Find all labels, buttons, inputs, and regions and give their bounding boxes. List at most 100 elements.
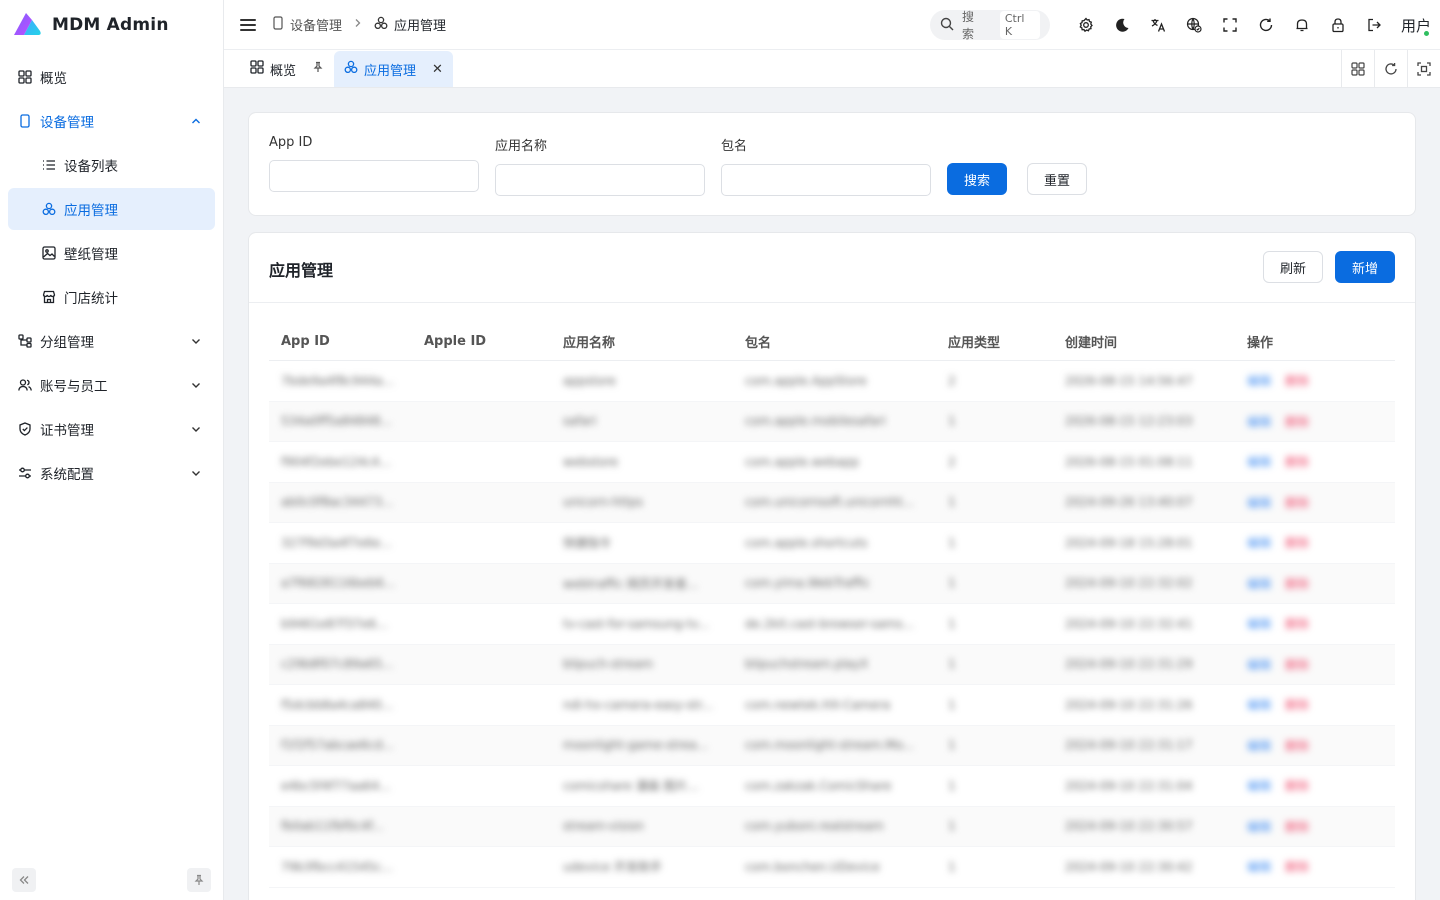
reload-tab-icon[interactable] xyxy=(1374,50,1407,88)
table-row[interactable]: 7bde9a4f8c944a... appstore com.apple.AppSt… xyxy=(269,361,1395,402)
delete-link[interactable]: 删除 xyxy=(1285,494,1309,511)
user-avatar[interactable]: 用户 xyxy=(1392,7,1440,43)
column-header[interactable]: 应用类型 xyxy=(936,332,1053,351)
delete-link[interactable]: 删除 xyxy=(1285,534,1309,551)
delete-link[interactable]: 删除 xyxy=(1285,737,1309,754)
edit-link[interactable]: 编辑 xyxy=(1247,777,1271,794)
edit-link[interactable]: 编辑 xyxy=(1247,494,1271,511)
sidebar-item-device-management[interactable]: 设备管理 xyxy=(8,100,215,142)
table-row[interactable]: 327f9d3a4f7e6e... 快捷指令 com.apple.shortcuts… xyxy=(269,523,1395,564)
settings-gear-icon[interactable] xyxy=(1068,7,1104,43)
sidebar-item-overview[interactable]: 概览 xyxy=(8,56,215,98)
edit-link[interactable]: 编辑 xyxy=(1247,858,1271,875)
column-header[interactable]: 包名 xyxy=(733,332,936,351)
table-cell-created: 2024-09-10 22:31:26 xyxy=(1065,697,1193,712)
tab-app-management[interactable]: 应用管理 ✕ xyxy=(334,51,453,87)
app-table: App ID Apple ID 应用名称 包名 应用类型 创建时间 操作 7bd… xyxy=(269,323,1395,888)
language-globe-icon[interactable] xyxy=(1176,7,1212,43)
table-cell-type: 1 xyxy=(948,495,956,510)
sidebar-item-store-stats[interactable]: 门店统计 xyxy=(8,276,215,318)
sidebar-item-group-management[interactable]: 分组管理 xyxy=(8,320,215,362)
table-row[interactable]: f5dcbb8a4ca840... ndi-hx-camera-easy-str.… xyxy=(269,685,1395,726)
brand[interactable]: MDM Admin xyxy=(0,0,223,50)
column-header[interactable]: 应用名称 xyxy=(551,332,733,351)
app-name-input[interactable] xyxy=(495,164,705,196)
table-cell-created: 2024-09-10 22:32:02 xyxy=(1065,576,1193,591)
dark-mode-moon-icon[interactable] xyxy=(1104,7,1140,43)
delete-link[interactable]: 删除 xyxy=(1285,453,1309,470)
menu-toggle-icon[interactable] xyxy=(240,17,256,33)
app-id-input[interactable] xyxy=(269,160,479,192)
edit-link[interactable]: 编辑 xyxy=(1247,656,1271,673)
translate-icon[interactable] xyxy=(1140,7,1176,43)
breadcrumb-item[interactable]: 设备管理 xyxy=(290,15,342,34)
table-row[interactable]: f904f2ebe124c4... webstore com.apple.webap… xyxy=(269,442,1395,483)
edit-link[interactable]: 编辑 xyxy=(1247,413,1271,430)
table-row[interactable]: c29b8f07c89a65... blipuch-stream blipuchst… xyxy=(269,644,1395,685)
edit-link[interactable]: 编辑 xyxy=(1247,696,1271,713)
package-input[interactable] xyxy=(721,164,931,196)
table-row[interactable]: b9461e87f37e6... tv-cast-for-samsung-tv..… xyxy=(269,604,1395,645)
edit-link[interactable]: 编辑 xyxy=(1247,534,1271,551)
sidebar-item-certificates[interactable]: 证书管理 xyxy=(8,408,215,450)
table-row[interactable]: a7f6828116beb6... webtraffic 网页开发者... com.… xyxy=(269,563,1395,604)
delete-link[interactable]: 删除 xyxy=(1285,575,1309,592)
table-cell-created: 2024-09-26 13:40:07 xyxy=(1065,495,1193,510)
delete-link[interactable]: 删除 xyxy=(1285,818,1309,835)
delete-link[interactable]: 删除 xyxy=(1285,777,1309,794)
reset-button[interactable]: 重置 xyxy=(1027,163,1087,195)
table-row[interactable]: 534a0ff5a84848... safari com.apple.mobiles… xyxy=(269,401,1395,442)
close-icon[interactable]: ✕ xyxy=(432,62,443,77)
delete-link[interactable]: 删除 xyxy=(1285,372,1309,389)
pin-icon[interactable] xyxy=(187,868,211,892)
column-header[interactable]: 创建时间 xyxy=(1053,332,1235,351)
edit-link[interactable]: 编辑 xyxy=(1247,575,1271,592)
tab-overview[interactable]: 概览 xyxy=(240,51,334,87)
sidebar-item-app-management[interactable]: 应用管理 xyxy=(8,188,215,230)
add-button[interactable]: 新增 xyxy=(1335,251,1395,283)
edit-link[interactable]: 编辑 xyxy=(1247,453,1271,470)
collapse-sidebar-icon[interactable] xyxy=(12,868,36,892)
sidebar-item-wallpaper[interactable]: 壁纸管理 xyxy=(8,232,215,274)
search-icon xyxy=(940,17,954,34)
grid-icon xyxy=(250,60,264,78)
edit-link[interactable]: 编辑 xyxy=(1247,818,1271,835)
table-cell-actions: 编辑 删除 xyxy=(1235,372,1395,389)
table-row[interactable]: e4bc5f4f77aa64... comicshare 漫画 图片... com.… xyxy=(269,766,1395,807)
fullscreen-icon[interactable] xyxy=(1212,7,1248,43)
table-cell-name: 快捷指令 xyxy=(563,536,612,551)
table-cell-type: 1 xyxy=(948,859,956,874)
column-header[interactable]: App ID xyxy=(269,334,412,349)
sidebar-item-system-config[interactable]: 系统配置 xyxy=(8,452,215,494)
delete-link[interactable]: 删除 xyxy=(1285,413,1309,430)
column-header[interactable]: Apple ID xyxy=(412,334,551,349)
edit-link[interactable]: 编辑 xyxy=(1247,615,1271,632)
edit-link[interactable]: 编辑 xyxy=(1247,372,1271,389)
table-cell-type: 1 xyxy=(948,576,956,591)
delete-link[interactable]: 删除 xyxy=(1285,696,1309,713)
chevron-up-icon xyxy=(189,114,203,128)
delete-link[interactable]: 删除 xyxy=(1285,656,1309,673)
delete-link[interactable]: 删除 xyxy=(1285,615,1309,632)
refresh-icon[interactable] xyxy=(1248,7,1284,43)
pin-icon[interactable] xyxy=(312,61,324,77)
sidebar-item-accounts-staff[interactable]: 账号与员工 xyxy=(8,364,215,406)
delete-link[interactable]: 删除 xyxy=(1285,858,1309,875)
refresh-button[interactable]: 刷新 xyxy=(1263,251,1323,283)
sidebar-item-device-list[interactable]: 设备列表 xyxy=(8,144,215,186)
table-row[interactable]: 79b3fbcc41545c... udevice 开发助手 com.bonchen… xyxy=(269,847,1395,888)
table-row[interactable]: f1f2f57abcae6cd... moonlight-game-strea..… xyxy=(269,725,1395,766)
chevron-down-icon xyxy=(189,466,203,480)
maximize-content-icon[interactable] xyxy=(1407,50,1440,88)
table-row[interactable]: ab0c0f8ac34473... unicorn-https com.unicor… xyxy=(269,482,1395,523)
lock-icon[interactable] xyxy=(1320,7,1356,43)
tab-menu-grid-icon[interactable] xyxy=(1341,50,1374,88)
table-cell-created: 2026-08-15 14:56:47 xyxy=(1065,373,1193,388)
bell-icon[interactable] xyxy=(1284,7,1320,43)
edit-link[interactable]: 编辑 xyxy=(1247,737,1271,754)
logout-icon[interactable] xyxy=(1356,7,1392,43)
table-row[interactable]: fb0ab11fbf0c4f... stream-vision com.yuboni… xyxy=(269,806,1395,847)
search-button[interactable]: 搜索 xyxy=(947,163,1007,195)
global-search[interactable]: 搜索 Ctrl K xyxy=(930,10,1050,41)
tree-icon xyxy=(18,334,32,348)
